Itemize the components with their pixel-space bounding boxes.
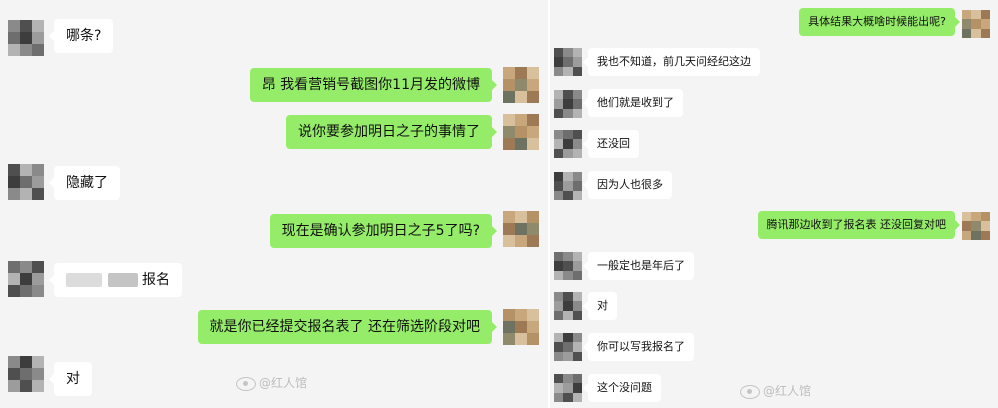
message-bubble-outgoing[interactable]: 具体结果大概啥时候能出呢?: [799, 8, 960, 36]
redacted-text: [66, 273, 102, 287]
contact-avatar[interactable]: [554, 90, 582, 118]
contact-avatar[interactable]: [554, 374, 582, 402]
message-bubble-incoming[interactable]: 这个没问题: [583, 374, 661, 402]
message-bubble-incoming[interactable]: 对: [49, 362, 92, 396]
message-bubble-outgoing[interactable]: 现在是确认参加明日之子5了吗?: [269, 214, 498, 248]
watermark-text: @红人馆: [763, 384, 812, 398]
self-avatar[interactable]: [962, 212, 990, 240]
contact-avatar[interactable]: [554, 333, 582, 361]
contact-avatar[interactable]: [8, 164, 44, 200]
message-bubble-incoming[interactable]: 你可以写我报名了: [583, 333, 694, 361]
message-bubble-outgoing[interactable]: 就是你已经提交报名表了 还在筛选阶段对吧: [197, 310, 498, 344]
contact-avatar[interactable]: [554, 130, 582, 158]
contact-avatar[interactable]: [554, 252, 582, 280]
weibo-watermark: @红人馆: [236, 374, 307, 391]
left-chat-panel: 哪条? 昂 我看营销号截图你11月发的微博 说你要参加明日之子的事情了 隐藏了 …: [0, 0, 548, 408]
self-avatar[interactable]: [962, 10, 990, 38]
weibo-logo-icon: [740, 384, 760, 399]
message-bubble-outgoing[interactable]: 说你要参加明日之子的事情了: [286, 115, 497, 149]
self-avatar[interactable]: [503, 67, 539, 103]
self-avatar[interactable]: [503, 309, 539, 345]
contact-avatar[interactable]: [554, 172, 582, 200]
message-bubble-incoming[interactable]: 对: [583, 292, 617, 320]
message-bubble-incoming[interactable]: 我也不知道，前几天问经纪这边: [583, 48, 760, 76]
message-bubble-incoming[interactable]: 因为人也很多: [583, 171, 672, 199]
weibo-watermark: @红人馆: [740, 382, 811, 399]
contact-avatar[interactable]: [554, 292, 582, 320]
message-bubble-outgoing[interactable]: 昂 我看营销号截图你11月发的微博: [249, 68, 498, 102]
redacted-text: [108, 273, 138, 287]
message-bubble-incoming[interactable]: 哪条?: [48, 19, 114, 53]
message-text: 报名: [142, 272, 170, 288]
contact-avatar[interactable]: [8, 261, 44, 297]
message-bubble-outgoing[interactable]: 腾讯那边收到了报名表 还没回复对吧: [757, 211, 960, 239]
right-chat-panel: 具体结果大概啥时候能出呢? 我也不知道，前几天问经纪这边 他们就是收到了 还没回…: [548, 0, 998, 408]
message-bubble-incoming[interactable]: 一般定也是年后了: [583, 252, 694, 280]
self-avatar[interactable]: [503, 114, 539, 150]
message-bubble-incoming[interactable]: 报名: [49, 263, 182, 297]
message-bubble-incoming[interactable]: 隐藏了: [49, 166, 120, 200]
contact-avatar[interactable]: [554, 48, 582, 76]
watermark-text: @红人馆: [259, 376, 308, 390]
message-bubble-incoming[interactable]: 他们就是收到了: [583, 89, 683, 117]
self-avatar[interactable]: [503, 211, 539, 247]
contact-avatar[interactable]: [8, 356, 44, 392]
contact-avatar[interactable]: [8, 20, 44, 56]
message-bubble-incoming[interactable]: 还没回: [583, 130, 639, 158]
weibo-logo-icon: [236, 376, 256, 391]
